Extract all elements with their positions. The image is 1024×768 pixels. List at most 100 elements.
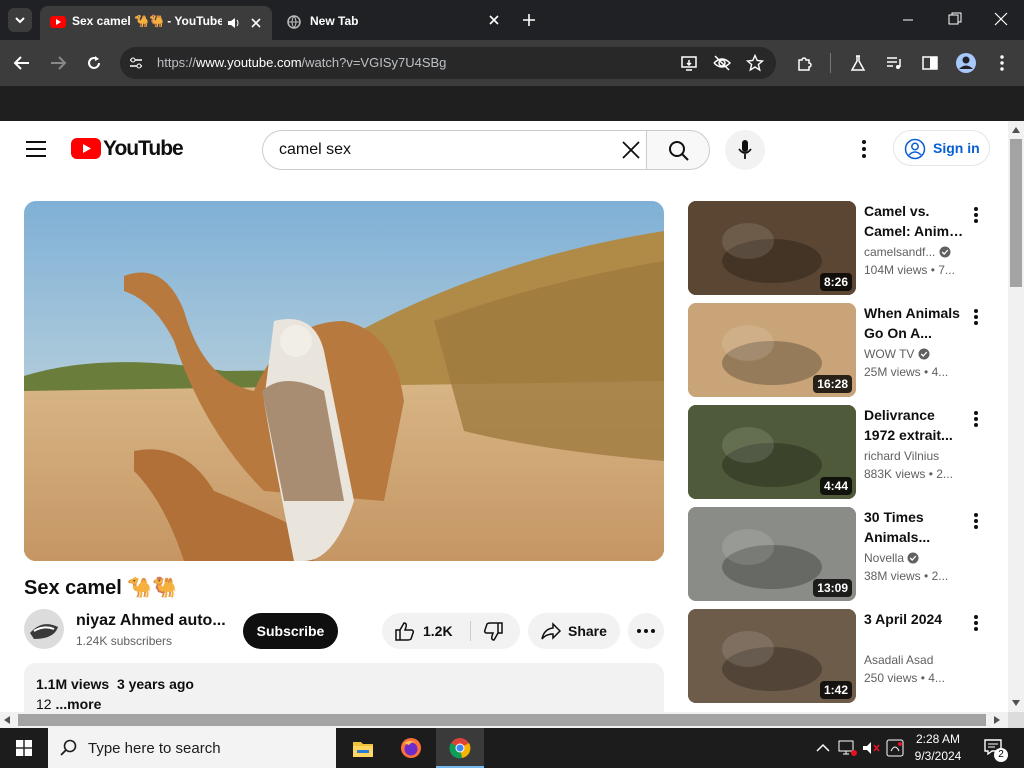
recommendation-title[interactable]: 3 April 2024	[864, 609, 968, 629]
hamburger-menu-icon[interactable]	[25, 140, 47, 158]
recommendation-menu-icon[interactable]	[968, 201, 984, 225]
eye-off-icon[interactable]	[712, 54, 732, 72]
close-window-icon[interactable]	[994, 12, 1008, 26]
recommendation-title[interactable]: 30 Times Animals...	[864, 507, 968, 547]
settings-kebab-icon[interactable]	[856, 139, 872, 159]
labs-flask-icon[interactable]	[850, 54, 866, 72]
recommendation-card[interactable]: 4:44 Delivrance 1972 extrait... richard Vil…	[688, 405, 1000, 499]
tab-new-tab[interactable]: New Tab	[280, 6, 510, 40]
tab-youtube[interactable]: Sex camel 🐪🐫 - YouTube	[40, 6, 272, 40]
taskbar-firefox[interactable]	[388, 728, 434, 768]
url-domain: www.youtube.com	[196, 55, 302, 70]
close-tab-icon[interactable]	[250, 17, 262, 29]
side-panel-icon[interactable]	[921, 54, 939, 72]
search-query: camel sex	[279, 141, 352, 158]
url-prefix: https://	[157, 55, 197, 70]
more-actions-button[interactable]	[628, 613, 664, 649]
video-player[interactable]	[24, 201, 664, 561]
forward-arrow-icon[interactable]	[49, 55, 67, 71]
profile-avatar-icon[interactable]	[955, 52, 977, 74]
sign-in-button[interactable]: Sign in	[893, 130, 990, 166]
recommendation-thumbnail[interactable]: 4:44	[688, 405, 856, 499]
tray-chevron-up-icon[interactable]	[816, 743, 830, 753]
clock-time: 2:28 AM	[915, 732, 961, 746]
taskbar-chrome[interactable]	[436, 728, 484, 768]
scroll-left-arrow-icon[interactable]	[4, 716, 10, 724]
recommendation-channel[interactable]: WOW TV	[864, 347, 964, 361]
recommendation-thumbnail[interactable]: 1:42	[688, 609, 856, 703]
restore-icon[interactable]	[948, 12, 962, 26]
start-button[interactable]	[0, 728, 48, 768]
recommendation-card[interactable]: 8:26 Camel vs. Camel: Anima... camelsandf..…	[688, 201, 1000, 295]
recommendation-channel[interactable]: camelsandf...	[864, 245, 964, 259]
horizontal-scroll-thumb[interactable]	[18, 714, 986, 726]
recommendation-title[interactable]: Delivrance 1972 extrait...	[864, 405, 968, 445]
clear-search-icon[interactable]	[621, 140, 641, 160]
recommendation-card[interactable]: 16:28 When Animals Go On A... WOW TV 25M vi…	[688, 303, 1000, 397]
recommendation-thumbnail[interactable]: 16:28	[688, 303, 856, 397]
action-center-button[interactable]: 2	[976, 728, 1016, 768]
new-tab-plus-icon[interactable]	[522, 13, 536, 27]
recommendation-menu-icon[interactable]	[968, 609, 984, 633]
youtube-logo-icon	[71, 138, 101, 159]
sign-in-label: Sign in	[933, 140, 980, 156]
media-controls-icon[interactable]	[885, 54, 903, 72]
volume-muted-icon[interactable]	[862, 740, 882, 756]
scroll-right-arrow-icon[interactable]	[994, 716, 1000, 724]
taskbar-clock[interactable]: 2:28 AM 9/3/2024	[912, 731, 964, 765]
subscribe-button[interactable]: Subscribe	[243, 613, 338, 649]
show-more-link[interactable]: ...more	[55, 696, 101, 712]
back-arrow-icon[interactable]	[13, 55, 31, 71]
scrollbar-corner	[1008, 712, 1024, 728]
recommendation-title[interactable]: When Animals Go On A...	[864, 303, 968, 343]
notification-count-badge: 2	[994, 748, 1008, 762]
recommendation-channel[interactable]: Novella	[864, 551, 964, 565]
extensions-icon[interactable]	[796, 54, 814, 72]
channel-avatar[interactable]	[24, 609, 64, 649]
voice-search-button[interactable]	[725, 130, 765, 170]
install-app-icon[interactable]	[680, 54, 698, 72]
microphone-icon	[738, 140, 752, 159]
vertical-scroll-thumb[interactable]	[1010, 139, 1022, 287]
description-box[interactable]: 1.1M views 3 years ago 12 ...more	[24, 663, 664, 712]
meet-now-icon[interactable]	[886, 739, 904, 757]
speaker-icon[interactable]	[226, 16, 240, 30]
tab-search-button[interactable]	[8, 8, 32, 32]
horizontal-scrollbar[interactable]	[0, 712, 1008, 728]
close-tab-icon[interactable]	[488, 14, 500, 26]
recommendation-title-line: Animals...	[864, 529, 931, 545]
recommendation-age: • 2...	[928, 467, 953, 481]
recommendation-title[interactable]: Camel vs. Camel: Anima...	[864, 201, 968, 241]
recommendation-card[interactable]: 1:42 3 April 2024 Asadali Asad 250 views • …	[688, 609, 1000, 703]
chrome-menu-icon[interactable]	[994, 54, 1010, 72]
recommendation-title-line: Camel vs.	[864, 203, 930, 219]
channel-name[interactable]: niyaz Ahmed auto...	[76, 612, 226, 630]
recommendation-thumbnail[interactable]: 8:26	[688, 201, 856, 295]
network-icon[interactable]	[838, 740, 858, 756]
url-text[interactable]: https://www.youtube.com/watch?v=VGISy7U4…	[157, 55, 446, 70]
vertical-scrollbar[interactable]	[1008, 121, 1024, 712]
reload-icon[interactable]	[85, 54, 103, 72]
dislike-button[interactable]	[471, 613, 520, 649]
recommendation-thumbnail[interactable]: 13:09	[688, 507, 856, 601]
recommendation-menu-icon[interactable]	[968, 507, 984, 531]
search-input[interactable]: camel sex	[262, 130, 647, 170]
scroll-down-arrow-icon[interactable]	[1012, 700, 1020, 706]
recommendation-channel[interactable]: Asadali Asad	[864, 653, 964, 667]
site-settings-icon[interactable]	[128, 55, 144, 71]
taskbar-search-box[interactable]: Type here to search	[48, 728, 336, 768]
share-button[interactable]: Share	[528, 613, 620, 649]
recommendation-menu-icon[interactable]	[968, 405, 984, 429]
recommendation-channel[interactable]: richard Vilnius	[864, 449, 964, 463]
like-button[interactable]: 1.2K	[382, 613, 470, 649]
youtube-logo-text: YouTube	[103, 137, 184, 160]
recommendation-menu-icon[interactable]	[968, 303, 984, 327]
video-duration: 8:26	[819, 273, 852, 291]
scroll-up-arrow-icon[interactable]	[1012, 127, 1020, 133]
bookmark-star-icon[interactable]	[746, 54, 764, 72]
recommendation-card[interactable]: 13:09 30 Times Animals... Novella 38M views…	[688, 507, 1000, 601]
taskbar-file-explorer[interactable]	[340, 728, 386, 768]
minimize-icon[interactable]	[902, 14, 914, 26]
recommendation-channel-name: camelsandf...	[864, 245, 936, 259]
search-button[interactable]	[646, 130, 710, 170]
